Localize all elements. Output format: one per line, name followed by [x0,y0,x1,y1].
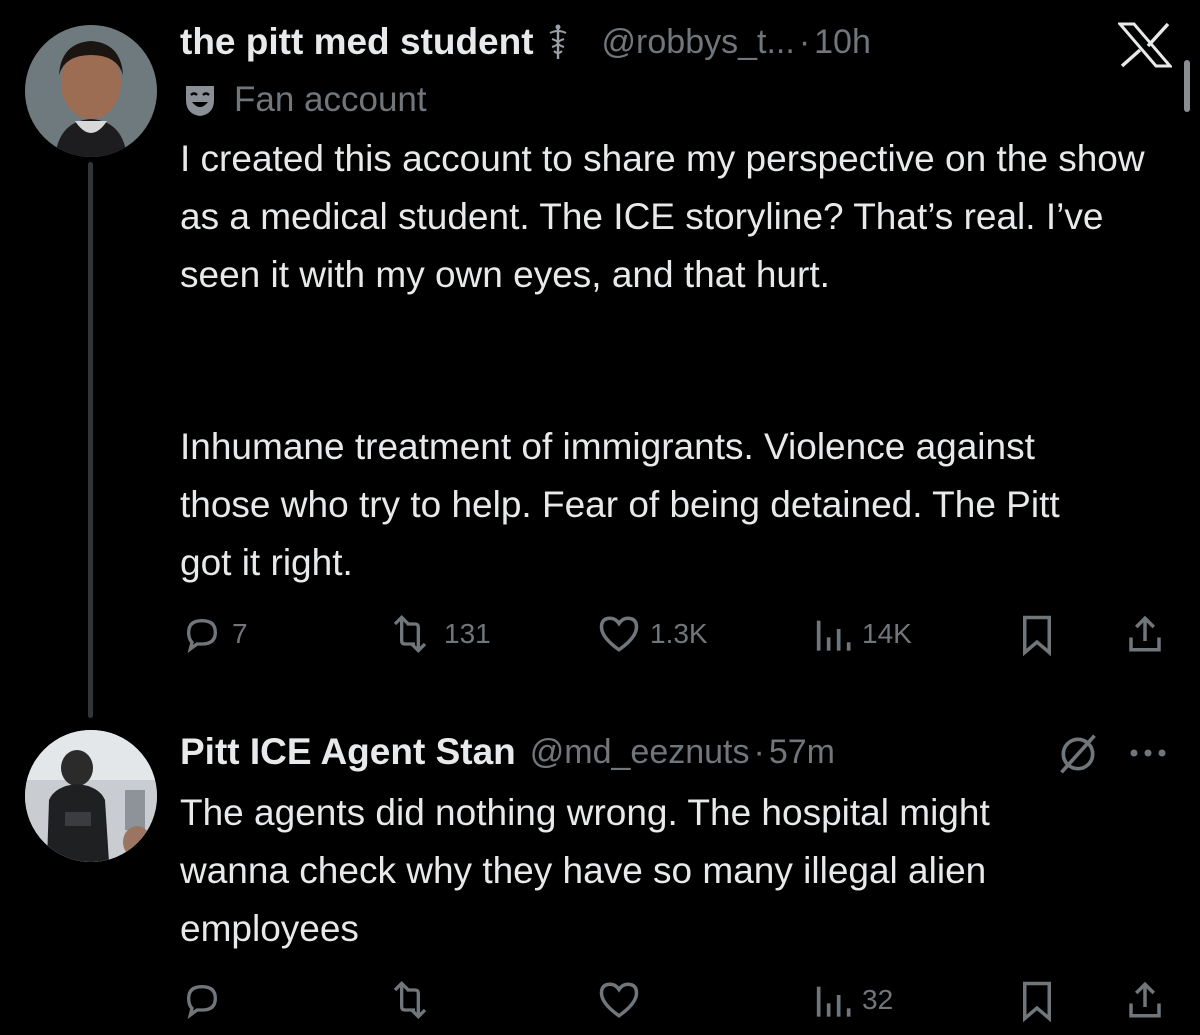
caduceus-icon [546,23,570,61]
tweet1-label: Fan account [234,80,427,119]
tweet1-paragraph2: Inhumane treatment of immigrants. Violen… [180,426,1060,583]
reply-button[interactable]: 7 [182,614,248,654]
avatar-the-pitt-med-student[interactable] [25,25,157,157]
tweet2-header: Pitt ICE Agent Stan @md_eeznuts · 57m [180,728,835,776]
scrollbar[interactable] [1184,60,1190,112]
tweet1-time[interactable]: 10h [814,23,871,62]
reply-icon [182,614,222,654]
bookmark-button[interactable] [1018,614,1056,656]
more-icon[interactable] [1128,746,1168,764]
views-count-2: 32 [862,984,894,1015]
fan-account-icon [182,82,218,118]
share-button-2[interactable] [1124,978,1166,1022]
x-logo-icon[interactable] [1116,22,1174,73]
repost-count: 131 [444,618,491,649]
tweet1-header: the pitt med student @robbys_t... · 10h [180,18,871,66]
bookmark-icon [1018,980,1056,1022]
tweet1-display-name[interactable]: the pitt med student [180,21,534,63]
repost-icon [386,980,434,1020]
like-button-2[interactable] [598,980,640,1020]
share-icon [1124,612,1166,656]
like-count: 1.3K [650,618,708,649]
repost-icon [386,614,434,654]
like-icon [598,980,640,1020]
tweet1-separator: · [798,22,811,61]
thread-line [88,162,93,718]
like-icon [598,614,640,654]
tweet2-display-name[interactable]: Pitt ICE Agent Stan [180,731,516,773]
repost-button-2[interactable] [386,980,434,1020]
avatar-pitt-ice-agent-stan[interactable] [25,730,157,862]
tweet2-time[interactable]: 57m [769,733,835,772]
bookmark-icon [1018,614,1056,656]
tweet1-handle[interactable]: @robbys_t... [602,23,795,62]
tweet1-fan-account-row: Fan account [182,80,427,120]
tweet2-separator: · [753,732,765,771]
reply-icon [182,980,222,1020]
reply-count: 7 [232,618,248,649]
views-button[interactable]: 14K [812,614,912,654]
tweet2-handle[interactable]: @md_eeznuts [530,733,750,772]
reply-button-2[interactable] [182,980,222,1020]
share-button[interactable] [1124,612,1166,656]
views-count: 14K [862,618,912,649]
views-button-2[interactable]: 32 [812,980,893,1020]
tweet2-text: The agents did nothing wrong. The hospit… [180,792,990,949]
grok-icon[interactable] [1056,732,1100,781]
tweet1-paragraph1: I created this account to share my persp… [180,138,1145,295]
share-icon [1124,978,1166,1022]
bookmark-button-2[interactable] [1018,980,1056,1022]
views-icon [812,980,852,1020]
repost-button[interactable]: 131 [386,614,491,654]
like-button[interactable]: 1.3K [598,614,708,654]
views-icon [812,614,852,654]
